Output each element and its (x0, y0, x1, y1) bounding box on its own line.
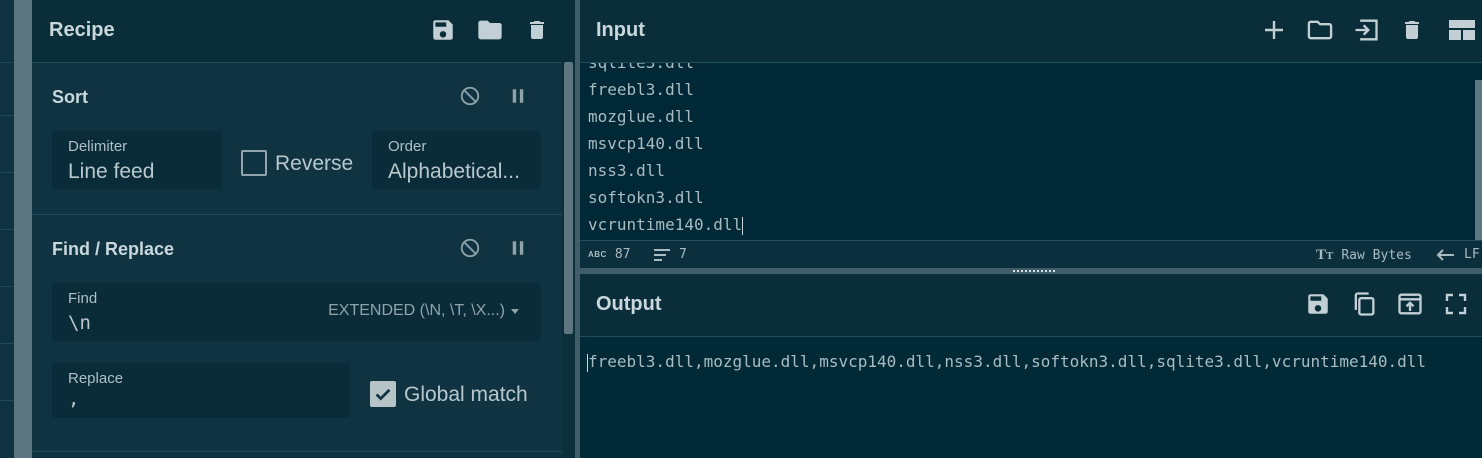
output-panel: Output freebl3.dll,mozglue.dll,msvcp140.… (580, 274, 1482, 458)
save-icon[interactable] (427, 14, 459, 46)
ops-divider (0, 286, 14, 287)
replace-input-icon[interactable] (1394, 288, 1426, 320)
input-title: Input (596, 19, 645, 41)
reverse-checkbox[interactable] (241, 150, 267, 176)
input-statusbar: ABC 87 7 TT Raw Bytes LF (580, 240, 1482, 269)
operations-strip (0, 0, 15, 458)
output-header: Output (580, 274, 1482, 337)
ops-divider (0, 229, 14, 230)
operation-title: Sort (52, 87, 88, 107)
reverse-label: Reverse (275, 152, 354, 175)
input-header: Input (580, 0, 1482, 63)
find-label: Find (68, 290, 98, 307)
ops-divider (0, 115, 14, 116)
maximize-icon[interactable] (1440, 288, 1472, 320)
encoding-selector[interactable]: TT Raw Bytes (1316, 247, 1412, 264)
ops-divider (0, 62, 14, 63)
lines-icon (654, 248, 670, 261)
disable-icon[interactable] (454, 232, 486, 264)
layout-icon[interactable] (1442, 14, 1482, 46)
recipe-scrollbar-thumb[interactable] (564, 62, 573, 334)
folder-open-icon[interactable] (474, 14, 506, 46)
check-icon (375, 388, 391, 401)
order-select[interactable]: Order Alphabetical... (372, 131, 541, 189)
recipe-header: Recipe (32, 0, 575, 63)
pause-icon[interactable] (502, 80, 534, 112)
input-line: nss3.dll (588, 161, 666, 180)
ops-divider (0, 400, 14, 401)
input-line: freebl3.dll (588, 80, 694, 99)
ops-divider (0, 172, 14, 173)
output-title: Output (596, 293, 662, 315)
delimiter-field[interactable]: Delimiter Line feed (52, 131, 222, 189)
recipe-scrollbar[interactable] (562, 62, 575, 458)
text-cursor (742, 216, 744, 235)
line-count: 7 (653, 247, 687, 262)
find-value: \n (68, 312, 91, 334)
order-value: Alphabetical... (388, 160, 520, 183)
char-count: ABC 87 (588, 247, 631, 262)
input-line: softokn3.dll (588, 188, 704, 207)
operation-title: Find / Replace (52, 239, 175, 259)
return-arrow-icon (1436, 248, 1454, 261)
find-mode-dropdown[interactable]: EXTENDED (\N, \T, \X...) (328, 302, 519, 320)
copy-icon[interactable] (1348, 288, 1380, 320)
replace-field[interactable]: Replace , (52, 363, 350, 418)
save-icon[interactable] (1302, 288, 1334, 320)
pause-icon[interactable] (502, 232, 534, 264)
find-field[interactable]: Find \n EXTENDED (\N, \T, \X...) (52, 283, 541, 341)
encoding-value: Raw Bytes (1341, 248, 1412, 263)
input-scrollbar-thumb[interactable] (1475, 80, 1482, 240)
folder-icon[interactable] (1304, 14, 1336, 46)
input-import-icon[interactable] (1350, 14, 1382, 46)
recipe-panel: Recipe Sort Delimiter Line feed Reverse … (32, 0, 575, 458)
trash-icon[interactable] (521, 14, 553, 46)
delimiter-label: Delimiter (68, 138, 128, 155)
input-line: vcruntime140.dll (588, 215, 744, 235)
line-count-value: 7 (679, 247, 687, 262)
global-match-checkbox[interactable] (370, 381, 396, 407)
trash-icon[interactable] (1396, 14, 1428, 46)
input-panel: Input sqlite3.dll freebl3.dll mozglue.dl… (580, 0, 1482, 269)
ops-divider (0, 343, 14, 344)
input-line: msvcp140.dll (588, 134, 704, 153)
char-count-value: 87 (614, 247, 631, 262)
global-match-label: Global match (404, 383, 528, 406)
delimiter-value: Line feed (68, 160, 155, 183)
recipe-title: Recipe (49, 19, 115, 41)
output-text[interactable]: freebl3.dll,mozglue.dll,msvcp140.dll,nss… (587, 348, 1478, 375)
order-label: Order (388, 138, 427, 155)
abc-icon: ABC (588, 250, 607, 259)
replace-label: Replace (68, 370, 124, 387)
input-line: sqlite3.dll (588, 63, 743, 76)
find-replace-operation: Find / Replace Find \n EXTENDED (\N, \T,… (32, 215, 562, 452)
eol-value: LF (1464, 247, 1480, 262)
input-line: mozglue.dll (588, 107, 694, 126)
sort-operation: Sort Delimiter Line feed Reverse Order A… (32, 63, 562, 215)
plus-icon[interactable] (1258, 14, 1290, 46)
input-editor[interactable]: sqlite3.dll freebl3.dll mozglue.dll msvc… (580, 63, 1482, 240)
replace-value: , (68, 388, 80, 410)
output-value: freebl3.dll,mozglue.dll,msvcp140.dll,nss… (588, 352, 1427, 371)
panel-resize-gutter[interactable] (14, 0, 32, 458)
chevron-down-icon (511, 308, 519, 314)
text-type-icon: TT (1316, 247, 1334, 263)
find-mode-value: EXTENDED (\N, \T, \X...) (328, 302, 505, 319)
eol-selector[interactable]: LF (1436, 247, 1480, 262)
disable-icon[interactable] (454, 80, 486, 112)
